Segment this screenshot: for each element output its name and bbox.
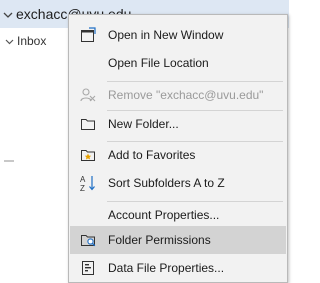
subfolder-marks [4,160,16,230]
divider [4,160,14,162]
svg-text:Z: Z [80,184,85,192]
inbox-label: Inbox [17,34,47,48]
new-folder-icon [80,116,96,132]
svg-text:A: A [80,175,86,184]
folder-permissions-icon [80,232,96,248]
menu-item-new-folder[interactable]: New Folder... [70,110,286,138]
chevron-down-icon[interactable] [3,6,13,22]
remove-account-icon [80,87,96,103]
menu-item-open-in-new-window[interactable]: Open in New Window [70,21,286,49]
menu-item-sort-subfolders[interactable]: A Z Sort Subfolders A to Z [70,169,286,197]
context-menu: Open in New Window Open File Location Re… [68,14,288,283]
menu-item-folder-permissions[interactable]: Folder Permissions [70,226,286,254]
favorites-star-icon [80,147,96,163]
menu-item-data-file-properties[interactable]: Data File Properties... [70,254,286,282]
data-file-icon [80,260,96,276]
inbox-folder-row[interactable]: Inbox [0,30,46,52]
menu-item-add-to-favorites[interactable]: Add to Favorites [70,141,286,169]
sort-az-icon: A Z [80,175,96,192]
menu-item-open-file-location[interactable]: Open File Location [70,49,286,77]
new-window-icon [80,27,96,43]
chevron-down-icon[interactable] [5,34,14,48]
menu-item-account-properties[interactable]: Account Properties... [70,201,286,229]
menu-item-remove-account: Remove "exchacc@uvu.edu" [70,81,286,109]
